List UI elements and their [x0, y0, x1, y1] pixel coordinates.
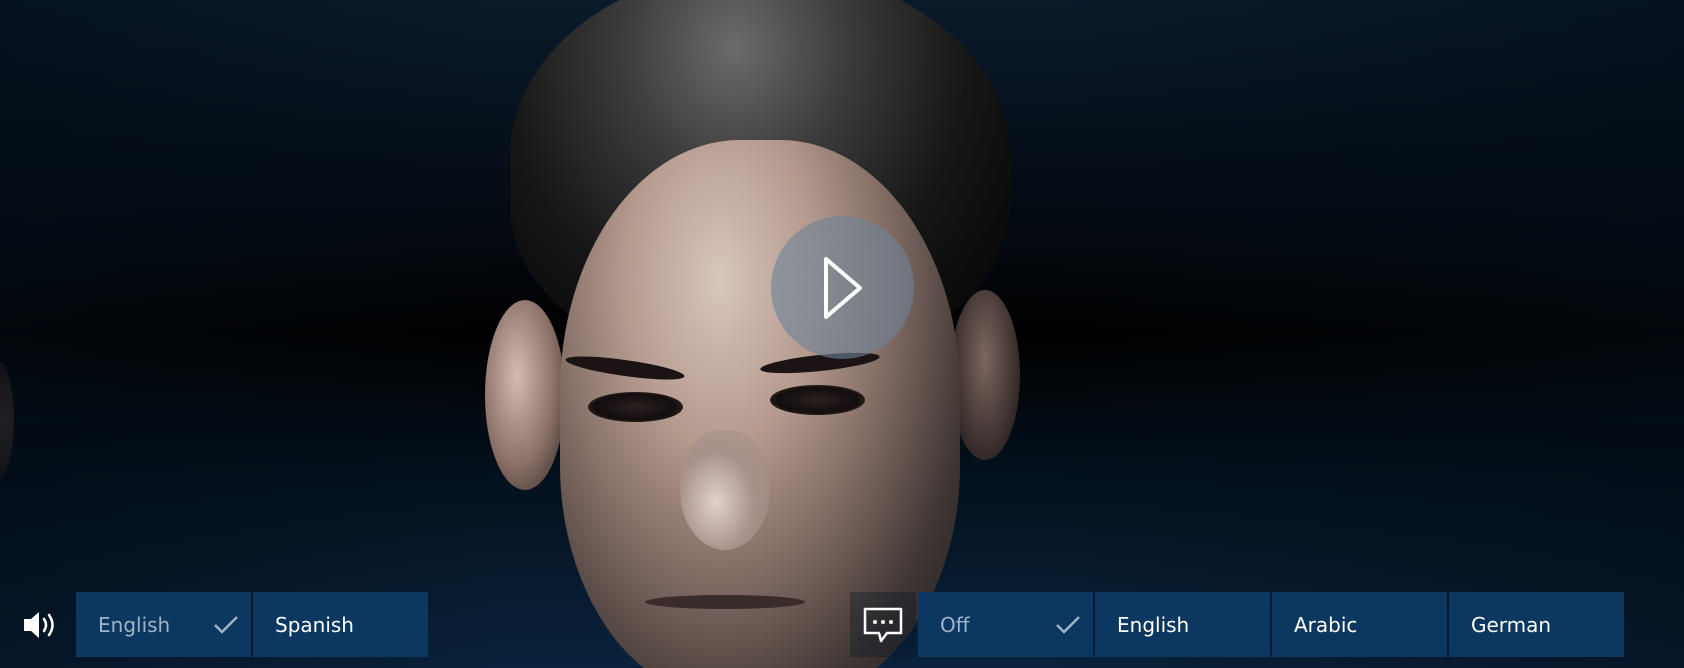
subtitle-option-arabic[interactable]: Arabic: [1272, 592, 1447, 657]
checkmark-icon: [1056, 615, 1080, 634]
portrait-ear: [950, 290, 1020, 460]
video-frame-portrait: [470, 0, 1050, 668]
portrait-eye: [770, 385, 865, 415]
audio-option-english[interactable]: English: [76, 592, 251, 657]
checkmark-icon: [214, 615, 238, 634]
subtitle-option-english[interactable]: English: [1095, 592, 1270, 657]
speaker-icon[interactable]: [8, 592, 74, 657]
audio-language-selector: English Spanish: [8, 592, 428, 657]
subtitle-option-german[interactable]: German: [1449, 592, 1624, 657]
portrait-eye: [588, 392, 683, 422]
play-icon: [823, 256, 862, 319]
audio-option-spanish[interactable]: Spanish: [253, 592, 428, 657]
subtitles-icon[interactable]: [850, 592, 916, 657]
subtitle-option-label: German: [1471, 612, 1552, 637]
video-player: English Spanish Off English Arabic Germa…: [0, 0, 1684, 668]
background-figure: [0, 360, 14, 480]
subtitle-option-label: English: [1117, 612, 1190, 637]
subtitle-language-selector: Off English Arabic German: [850, 592, 1624, 657]
subtitle-option-label: Arabic: [1294, 612, 1358, 637]
play-button[interactable]: [771, 216, 914, 359]
subtitle-option-label: Off: [940, 612, 970, 637]
portrait-nose: [680, 430, 770, 550]
portrait-mouth: [645, 595, 805, 609]
audio-option-label: Spanish: [275, 612, 354, 637]
audio-option-label: English: [98, 612, 171, 637]
portrait-ear: [485, 300, 565, 490]
subtitle-option-off[interactable]: Off: [918, 592, 1093, 657]
